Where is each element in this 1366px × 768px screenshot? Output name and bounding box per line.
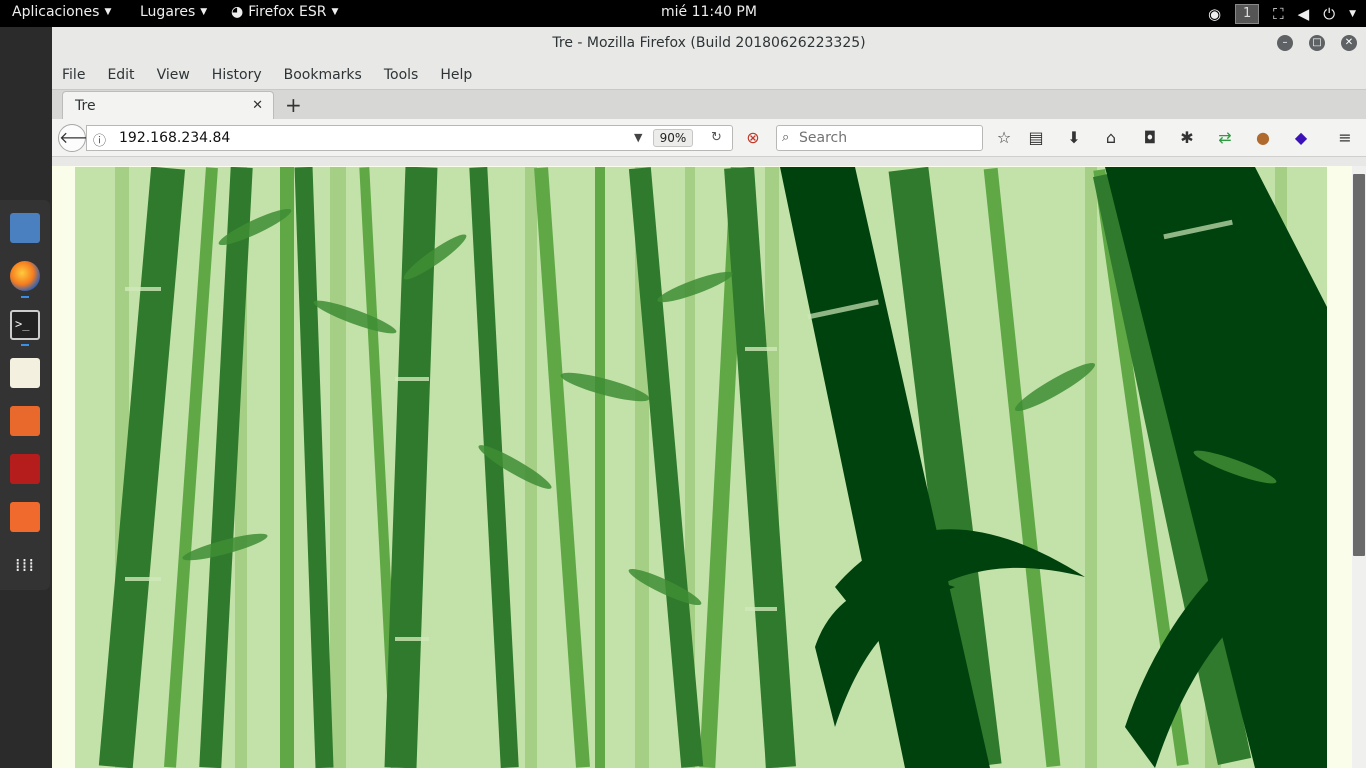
menu-help[interactable]: Help bbox=[440, 67, 472, 83]
url-dropdown-icon[interactable]: ▼ bbox=[634, 131, 642, 144]
menu-bookmarks[interactable]: Bookmarks bbox=[284, 67, 362, 83]
tab-close-icon[interactable]: ✕ bbox=[252, 98, 263, 113]
url-bar[interactable]: ⓘ 192.168.234.84 ▼ 90% ↻ bbox=[86, 125, 733, 151]
terminal-icon[interactable]: >_ bbox=[10, 310, 40, 340]
minimize-icon[interactable]: – bbox=[1277, 35, 1293, 51]
top-panel: Aplicaciones ▼ Lugares ▼ ◕ Firefox ESR ▼… bbox=[0, 0, 1366, 27]
menu-bar: File Edit View History Bookmarks Tools H… bbox=[52, 60, 1366, 89]
text-editor-icon[interactable] bbox=[10, 358, 40, 388]
window-title: Tre - Mozilla Firefox (Build 20180626223… bbox=[552, 35, 866, 51]
menu-file[interactable]: File bbox=[62, 67, 85, 83]
new-tab-icon[interactable]: + bbox=[285, 93, 302, 117]
burpsuite-icon[interactable] bbox=[10, 406, 40, 436]
bookmark-star-icon[interactable]: ☆ bbox=[993, 128, 1015, 147]
home-icon[interactable]: ⌂ bbox=[1100, 128, 1122, 147]
tab-label: Tre bbox=[75, 98, 96, 114]
menu-edit[interactable]: Edit bbox=[107, 67, 134, 83]
menu-history[interactable]: History bbox=[212, 67, 262, 83]
zaproxy-icon[interactable] bbox=[10, 502, 40, 532]
clock[interactable]: mié 11:40 PM bbox=[0, 4, 1366, 20]
window-titlebar[interactable]: Tre - Mozilla Firefox (Build 20180626223… bbox=[52, 27, 1366, 60]
scrollbar-thumb[interactable] bbox=[1353, 174, 1365, 556]
zoom-indicator[interactable]: 90% bbox=[653, 129, 693, 147]
downloads-icon[interactable]: ⬇ bbox=[1063, 128, 1085, 147]
page-content bbox=[52, 166, 1366, 768]
metasploit-icon[interactable] bbox=[10, 454, 40, 484]
system-tray[interactable]: ◉ 1 ⛶ ◀ ⏻ ▼ bbox=[1208, 2, 1356, 25]
close-icon[interactable]: ✕ bbox=[1341, 35, 1357, 51]
show-applications-icon[interactable]: ⁞⁞⁞ bbox=[10, 552, 40, 582]
reading-list-icon[interactable]: ▤ bbox=[1025, 128, 1047, 147]
network-icon[interactable]: ⛶ bbox=[1273, 5, 1284, 23]
reload-icon[interactable]: ↻ bbox=[711, 130, 722, 145]
volume-icon[interactable]: ◀ bbox=[1298, 5, 1310, 23]
running-indicator bbox=[21, 344, 29, 346]
url-text[interactable]: 192.168.234.84 bbox=[119, 130, 230, 146]
proxy-switch-icon[interactable]: ⇄ bbox=[1214, 128, 1236, 147]
cookie-icon[interactable]: ● bbox=[1252, 128, 1274, 147]
maximize-icon[interactable]: □ bbox=[1309, 35, 1325, 51]
bamboo-forest-image bbox=[75, 167, 1327, 768]
search-box[interactable]: ⌕ bbox=[776, 125, 983, 151]
addon-bug-icon[interactable]: ✱ bbox=[1176, 128, 1198, 147]
site-info-icon[interactable]: ⓘ bbox=[93, 130, 106, 149]
menu-view[interactable]: View bbox=[157, 67, 190, 83]
running-indicator bbox=[21, 296, 29, 298]
file-manager-icon[interactable] bbox=[10, 213, 40, 243]
firefox-icon[interactable] bbox=[10, 261, 40, 291]
tab-strip: Tre ✕ + bbox=[52, 89, 1366, 121]
dock: >_ ⁞⁞⁞ bbox=[0, 200, 50, 590]
workspace-indicator[interactable]: 1 bbox=[1235, 3, 1260, 24]
back-arrow-icon[interactable]: 🡐 bbox=[58, 124, 102, 152]
pocket-icon[interactable]: ◘ bbox=[1139, 128, 1161, 147]
tab-tre[interactable]: Tre ✕ bbox=[62, 91, 274, 121]
bamboo-illustration bbox=[98, 167, 1327, 768]
power-icon[interactable]: ⏻ bbox=[1323, 5, 1335, 23]
hamburger-menu-icon[interactable]: ≡ bbox=[1334, 128, 1356, 147]
search-icon: ⌕ bbox=[782, 130, 790, 145]
wappalyzer-icon[interactable]: ◆ bbox=[1290, 128, 1312, 147]
search-input[interactable] bbox=[799, 129, 979, 147]
menu-tools[interactable]: Tools bbox=[384, 67, 419, 83]
video-recorder-icon[interactable]: ◉ bbox=[1208, 5, 1221, 23]
chevron-down-icon[interactable]: ▼ bbox=[1349, 9, 1356, 19]
firefox-window: Tre - Mozilla Firefox (Build 20180626223… bbox=[52, 27, 1366, 768]
navigation-toolbar: 🡐 ⓘ 192.168.234.84 ▼ 90% ↻ ⊗ ⌕ ☆ ▤ ⬇ ⌂ ◘… bbox=[52, 119, 1366, 157]
blocker-addon-icon[interactable]: ⊗ bbox=[742, 128, 764, 147]
vertical-scrollbar[interactable] bbox=[1352, 166, 1366, 768]
